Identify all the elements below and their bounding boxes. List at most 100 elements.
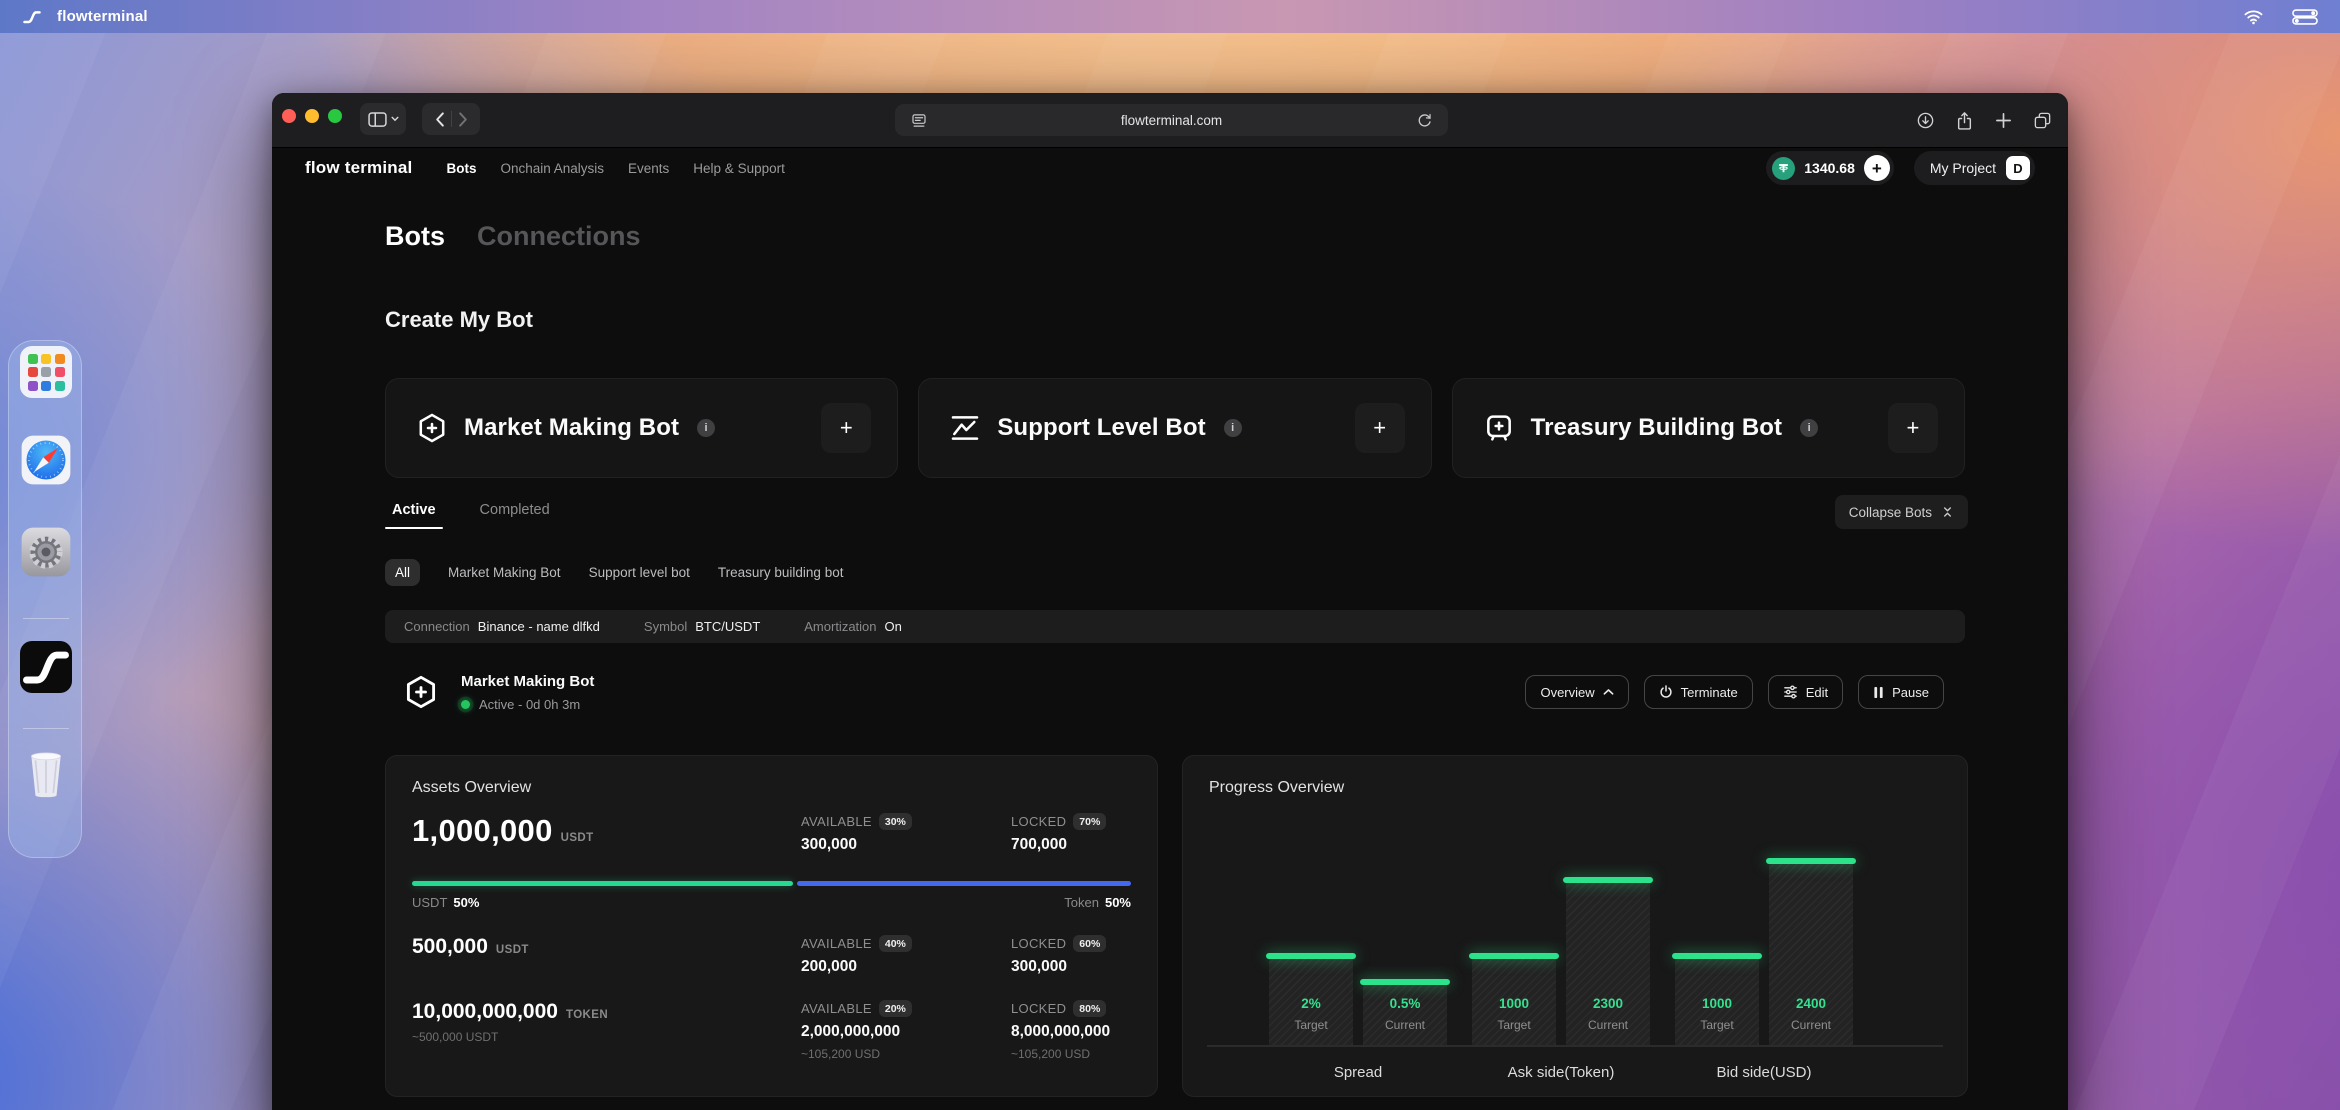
bot-status-text: Active - 0d 0h 3m [479, 697, 580, 712]
create-support-level-bot-button[interactable]: + [1355, 403, 1405, 453]
trash-icon[interactable] [20, 749, 72, 801]
filter-treasury-building-bot[interactable]: Treasury building bot [718, 565, 844, 580]
bar-role-label: Target [1269, 1018, 1353, 1032]
minimize-window-button[interactable] [305, 109, 319, 123]
balance-amount: 1340.68 [1804, 160, 1855, 176]
collapse-bots-label: Collapse Bots [1849, 505, 1932, 520]
available-label: AVAILABLE [801, 1001, 872, 1016]
sidebar-toggle-button[interactable] [360, 103, 406, 135]
launchpad-icon[interactable] [20, 346, 72, 398]
add-funds-button[interactable]: + [1864, 155, 1890, 181]
tab-connections[interactable]: Connections [477, 221, 641, 252]
tab-completed[interactable]: Completed [473, 502, 557, 529]
split-right-label: Token [1064, 895, 1099, 910]
bar-value: 1000 [1675, 996, 1759, 1011]
bar-role-label: Target [1472, 1018, 1556, 1032]
reload-icon[interactable] [1412, 108, 1436, 132]
asset-token-sub: ~500,000 USDT [412, 1030, 801, 1044]
site-header: flow terminal Bots Onchain Analysis Even… [272, 150, 2068, 186]
control-center-icon[interactable] [2292, 9, 2318, 25]
forward-button[interactable] [458, 112, 468, 127]
main-nav: Bots Onchain Analysis Events Help & Supp… [446, 161, 784, 176]
chart-group-label: Ask side(Token) [1472, 1064, 1650, 1081]
asset-split-bar: USDT50% Token50% [412, 881, 1131, 910]
bar-value: 2300 [1566, 996, 1650, 1011]
filter-market-making-bot[interactable]: Market Making Bot [448, 565, 561, 580]
back-button[interactable] [435, 112, 445, 127]
bar-value: 2% [1269, 996, 1353, 1011]
info-icon[interactable]: i [697, 419, 715, 437]
nav-item-bots[interactable]: Bots [446, 161, 476, 176]
system-settings-icon[interactable] [20, 526, 72, 578]
tab-overview-icon[interactable] [2030, 109, 2054, 133]
bar-role-label: Current [1363, 1018, 1447, 1032]
chart-bar-ask-target: 1000Target [1472, 955, 1556, 1045]
split-right-pct: 50% [1105, 895, 1131, 910]
available-sub: ~105,200 USD [801, 1047, 1011, 1061]
tab-active[interactable]: Active [385, 502, 443, 529]
divider [451, 111, 452, 127]
card-title: Market Making Bot [464, 414, 679, 442]
zoom-window-button[interactable] [328, 109, 342, 123]
share-icon[interactable] [1952, 109, 1976, 133]
overview-label: Overview [1540, 685, 1594, 700]
info-icon[interactable]: i [1224, 419, 1242, 437]
flowterminal-app-icon[interactable] [20, 641, 72, 693]
available-pct-badge: 20% [879, 1000, 912, 1017]
locked-label: LOCKED [1011, 814, 1066, 829]
page-format-icon[interactable] [907, 108, 931, 132]
desktop: flowterminal [0, 0, 2340, 1110]
symbol-value: BTC/USDT [695, 619, 760, 634]
nav-item-help-support[interactable]: Help & Support [693, 161, 785, 176]
filter-all[interactable]: All [385, 559, 420, 586]
new-tab-icon[interactable] [1991, 109, 2015, 133]
symbol-label: Symbol [644, 619, 687, 634]
terminate-button[interactable]: Terminate [1644, 675, 1753, 709]
info-icon[interactable]: i [1800, 419, 1818, 437]
chart-baseline [1207, 1045, 1943, 1047]
safari-icon[interactable] [20, 434, 72, 486]
macos-menu-bar: flowterminal [0, 0, 2340, 33]
asset-usdt-value: 500,000 [412, 935, 488, 958]
available-pct-badge: 30% [879, 813, 912, 830]
page-tabs: Bots Connections [385, 221, 641, 252]
asset-unit: USDT [561, 832, 594, 844]
filter-support-level-bot[interactable]: Support level bot [589, 565, 690, 580]
amortization-value: On [885, 619, 902, 634]
locked-pct-badge: 70% [1073, 813, 1106, 830]
project-pill[interactable]: My Project D [1914, 151, 2035, 185]
dock-divider [23, 728, 69, 729]
available-value: 200,000 [801, 958, 1011, 976]
status-dot [461, 700, 470, 709]
card-title: Treasury Building Bot [1531, 414, 1782, 442]
support-level-bot-card[interactable]: Support Level Bot i + [918, 378, 1431, 478]
locked-label: LOCKED [1011, 936, 1066, 951]
locked-label: LOCKED [1011, 1001, 1066, 1016]
connection-label: Connection [404, 619, 470, 634]
terminate-label: Terminate [1681, 685, 1738, 700]
market-making-bot-card[interactable]: Market Making Bot i + [385, 378, 898, 478]
collapse-bots-button[interactable]: Collapse Bots [1835, 495, 1968, 529]
asset-total-value: 1,000,000 [412, 813, 553, 848]
downloads-icon[interactable] [1913, 109, 1937, 133]
market-making-bot-icon [416, 412, 448, 444]
create-my-bot-title: Create My Bot [385, 307, 533, 333]
balance-pill[interactable]: 1340.68 + [1766, 151, 1894, 185]
nav-item-onchain-analysis[interactable]: Onchain Analysis [500, 161, 604, 176]
connection-info-bar: Connection Binance - name dlfkd Symbol B… [385, 610, 1965, 643]
treasury-building-bot-card[interactable]: Treasury Building Bot i + [1452, 378, 1965, 478]
assets-overview-title: Assets Overview [412, 779, 1131, 797]
create-market-making-bot-button[interactable]: + [821, 403, 871, 453]
address-bar[interactable]: flowterminal.com [895, 104, 1448, 136]
close-window-button[interactable] [282, 109, 296, 123]
pause-button[interactable]: Pause [1858, 675, 1944, 709]
create-treasury-building-bot-button[interactable]: + [1888, 403, 1938, 453]
wifi-icon[interactable] [2243, 8, 2264, 25]
edit-button[interactable]: Edit [1768, 675, 1843, 709]
site-brand: flow terminal [305, 158, 412, 178]
bar-role-label: Current [1566, 1018, 1650, 1032]
bot-actions: Overview Terminate Edit [1525, 675, 1944, 709]
overview-button[interactable]: Overview [1525, 675, 1628, 709]
tab-bots[interactable]: Bots [385, 221, 445, 252]
nav-item-events[interactable]: Events [628, 161, 669, 176]
